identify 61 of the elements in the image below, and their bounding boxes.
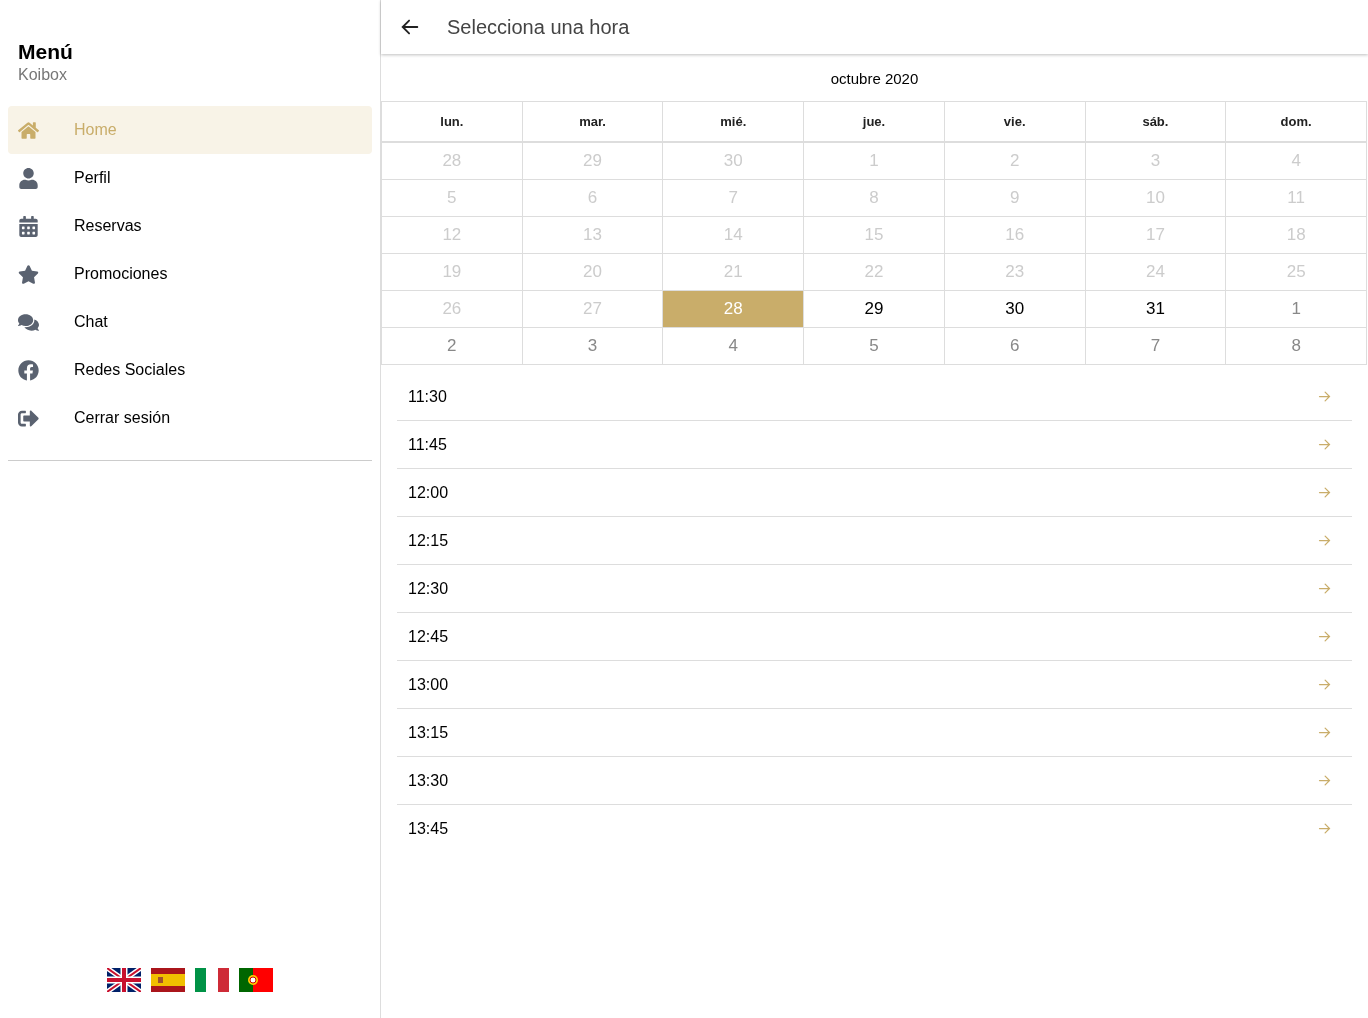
- home-icon: [18, 119, 39, 141]
- time-slot[interactable]: 12:45: [397, 613, 1352, 661]
- time-slot[interactable]: 13:30: [397, 757, 1352, 805]
- calendar-day[interactable]: 3: [522, 328, 664, 365]
- time-label: 12:45: [408, 627, 449, 646]
- arrow-right-icon: [1317, 581, 1332, 596]
- month-label: octubre 2020: [829, 70, 920, 87]
- arrow-right-icon: [1317, 821, 1332, 836]
- time-slot[interactable]: 13:45: [397, 805, 1352, 852]
- menu-item[interactable]: Perfil: [8, 154, 372, 202]
- calendar-day[interactable]: 7: [1085, 328, 1227, 365]
- calendar-day[interactable]: 4: [663, 328, 805, 365]
- menu-item[interactable]: Cerrar sesión: [8, 394, 372, 442]
- arrow-right-icon: [1317, 773, 1332, 788]
- calendar-day[interactable]: 31: [1085, 291, 1227, 328]
- time-slot[interactable]: 13:15: [397, 709, 1352, 757]
- time-slot[interactable]: 12:30: [397, 565, 1352, 613]
- calendar-icon: [18, 215, 39, 237]
- arrow-right-icon: [1317, 437, 1332, 452]
- star-icon: [18, 263, 39, 285]
- italy-flag-icon[interactable]: [195, 968, 229, 992]
- time-slot[interactable]: 13:00: [397, 661, 1352, 709]
- menu-subtitle: Koibox: [18, 66, 68, 84]
- calendar-day[interactable]: 30: [944, 291, 1086, 328]
- time-label: 12:00: [408, 483, 449, 502]
- facebook-icon: [18, 359, 39, 381]
- arrow-right-icon: [1317, 389, 1332, 404]
- time-label: 12:15: [408, 531, 449, 550]
- time-label: 13:00: [408, 675, 449, 694]
- menu-item[interactable]: Redes Sociales: [8, 346, 372, 394]
- menu-item[interactable]: Chat: [8, 298, 372, 346]
- time-label: 13:15: [408, 723, 449, 742]
- chat-icon: [18, 311, 39, 333]
- arrow-right-icon: [1317, 629, 1332, 644]
- menu-item[interactable]: Promociones: [8, 250, 372, 298]
- time-slot[interactable]: 12:00: [397, 469, 1352, 517]
- time-label: 11:30: [408, 387, 447, 406]
- calendar-day[interactable]: 29: [804, 291, 945, 328]
- time-label: 12:30: [408, 579, 449, 598]
- calendar-day[interactable]: 5: [804, 328, 945, 365]
- time-label: 13:45: [408, 819, 449, 838]
- calendar-day[interactable]: 6: [944, 328, 1086, 365]
- uk-flag-icon[interactable]: [107, 968, 141, 992]
- time-label: 11:45: [408, 435, 447, 454]
- arrow-right-icon: [1317, 533, 1332, 548]
- calendar-day[interactable]: 8: [1226, 328, 1367, 365]
- arrow-right-icon: [1317, 725, 1332, 740]
- menu-item[interactable]: Reservas: [8, 202, 372, 250]
- calendar-day[interactable]: 2: [382, 328, 523, 365]
- page-title: Selecciona una hora: [447, 15, 630, 39]
- portugal-flag-icon[interactable]: [239, 968, 273, 992]
- time-label: 13:30: [408, 771, 449, 790]
- time-slot[interactable]: 12:15: [397, 517, 1352, 565]
- menu-title: Menú: [18, 40, 74, 64]
- time-slot[interactable]: 11:45: [397, 421, 1352, 469]
- arrow-right-icon: [1317, 677, 1332, 692]
- calendar-day[interactable]: 1: [1226, 291, 1367, 328]
- person-icon: [18, 167, 39, 189]
- time-slot[interactable]: 11:30: [397, 373, 1352, 421]
- spain-flag-icon[interactable]: [151, 968, 185, 992]
- arrow-right-icon: [1317, 485, 1332, 500]
